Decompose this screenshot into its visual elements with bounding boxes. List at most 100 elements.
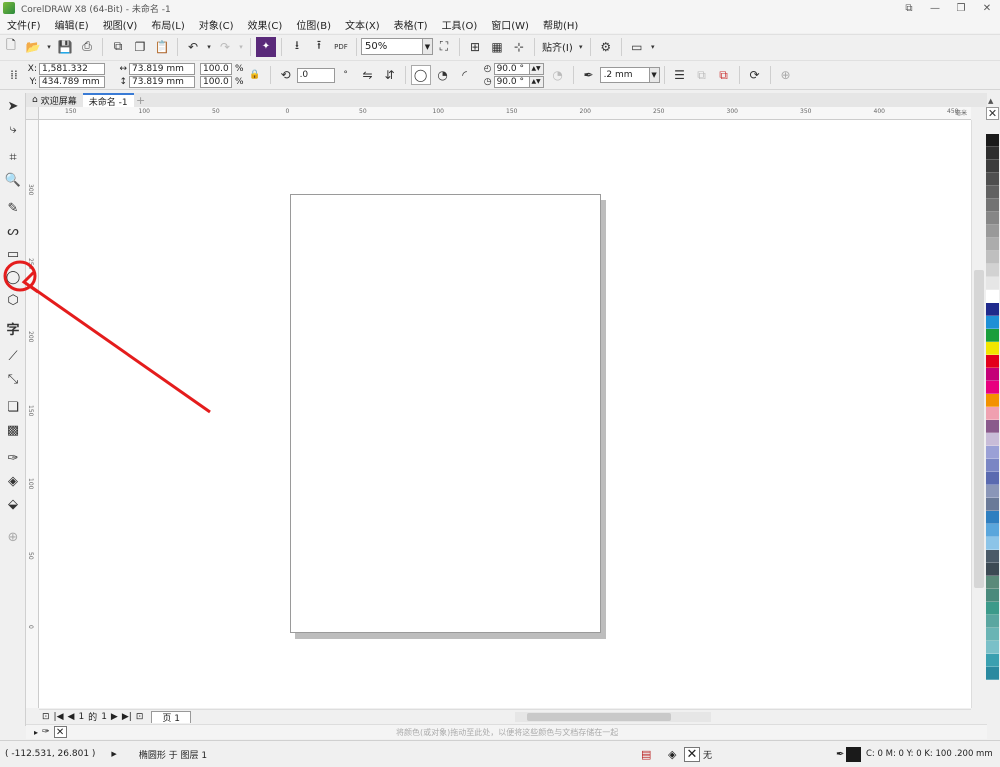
freehand-tool-icon[interactable]: ✎ (3, 198, 23, 218)
options-gear-icon[interactable]: ⚙ (596, 37, 616, 57)
next-page-icon[interactable]: ▶ (111, 712, 118, 722)
color-swatch[interactable] (986, 394, 999, 407)
show-grid-icon[interactable]: ▦ (487, 37, 507, 57)
print-icon[interactable]: ⎙ (77, 37, 97, 57)
color-swatch[interactable] (986, 186, 999, 199)
color-swatch[interactable] (986, 251, 999, 264)
outline-width-dropdown-icon[interactable]: ▼ (649, 67, 660, 83)
color-swatch[interactable] (986, 199, 999, 212)
palette-scroll-up-icon[interactable]: ▲ (988, 97, 993, 105)
save-icon[interactable]: 💾 (55, 37, 75, 57)
color-swatch[interactable] (986, 264, 999, 277)
color-swatch[interactable] (986, 290, 999, 303)
color-swatch[interactable] (986, 550, 999, 563)
ellipse-tool-icon[interactable]: ◯ (3, 267, 23, 287)
color-swatch[interactable] (986, 615, 999, 628)
convert-to-curves-icon[interactable]: ⟳ (745, 65, 765, 85)
color-swatch[interactable] (986, 147, 999, 160)
color-swatch[interactable] (986, 238, 999, 251)
color-swatch[interactable] (986, 355, 999, 368)
menu-table[interactable]: 表格(T) (387, 17, 435, 32)
tab-welcome-screen[interactable]: ⌂ 欢迎屏幕 (26, 93, 83, 107)
smart-fill-tool-icon[interactable]: ⬙ (3, 494, 23, 514)
minimize-button[interactable]: — (922, 0, 948, 16)
color-swatch[interactable] (986, 459, 999, 472)
parallel-dimension-tool-icon[interactable]: ⟋ (3, 346, 23, 366)
menu-text[interactable]: 文本(X) (338, 17, 387, 32)
ellipse-mode-icon[interactable]: ◯ (410, 65, 431, 85)
transparency-tool-icon[interactable]: ▩ (3, 420, 23, 440)
color-swatch[interactable] (986, 576, 999, 589)
color-swatch[interactable] (986, 498, 999, 511)
color-swatch[interactable] (986, 342, 999, 355)
menu-bitmaps[interactable]: 位图(B) (289, 17, 338, 32)
add-tab-icon[interactable]: + (134, 94, 148, 107)
start-angle-input[interactable]: 90.0 ° (493, 62, 530, 75)
menu-effects[interactable]: 效果(C) (241, 17, 290, 32)
menu-file[interactable]: 文件(F) (0, 17, 48, 32)
tab-document[interactable]: 未命名 -1 (82, 93, 134, 108)
zoom-level-input[interactable]: 50% (361, 38, 423, 55)
color-swatch[interactable] (986, 563, 999, 576)
menu-view[interactable]: 视图(V) (96, 17, 145, 32)
color-swatch[interactable] (986, 641, 999, 654)
open-folder-icon[interactable]: 📂 (23, 37, 43, 57)
launcher-dropdown-icon[interactable]: ▾ (649, 37, 657, 57)
color-swatch[interactable] (986, 628, 999, 641)
color-proofing-icon[interactable]: ▤ (641, 748, 651, 761)
color-swatch[interactable] (986, 368, 999, 381)
document-palette-menu-icon[interactable]: ▸ (34, 728, 38, 737)
previous-page-icon[interactable]: ◀ (68, 712, 75, 722)
lock-ratio-icon[interactable]: 🔒 (245, 65, 265, 85)
horizontal-scroll-thumb[interactable] (527, 713, 671, 721)
zoom-tool-icon[interactable]: 🔍 (3, 170, 23, 190)
drawing-canvas[interactable] (39, 120, 971, 708)
scale-x-input[interactable]: 100.0 (200, 62, 232, 75)
zoom-dropdown-icon[interactable]: ▼ (423, 38, 433, 55)
first-page-icon[interactable]: |◀ (54, 712, 64, 722)
object-origin-icon[interactable]: ⁞⁞ (4, 65, 24, 85)
no-color-swatch-icon[interactable]: ✕ (986, 107, 999, 120)
color-swatch[interactable] (986, 433, 999, 446)
text-wrap-icon[interactable]: ☰ (670, 65, 690, 85)
color-swatch[interactable] (986, 537, 999, 550)
height-input[interactable]: 73.819 mm (129, 75, 195, 88)
arc-mode-icon[interactable]: ◜ (455, 65, 475, 85)
copy-icon[interactable]: ❐ (130, 37, 150, 57)
width-input[interactable]: 73.819 mm (129, 62, 195, 75)
add-page-after-icon[interactable]: ⊡ (136, 712, 144, 722)
color-swatch[interactable] (986, 524, 999, 537)
full-screen-icon[interactable]: ⛶ (434, 37, 454, 57)
export-icon[interactable]: ⭱ (309, 37, 329, 57)
vertical-scrollbar[interactable] (971, 120, 985, 708)
status-expand-icon[interactable]: ▶ (111, 750, 116, 758)
menu-edit[interactable]: 编辑(E) (48, 17, 96, 32)
last-page-icon[interactable]: ▶| (122, 712, 132, 722)
color-swatch[interactable] (986, 160, 999, 173)
mirror-vertical-icon[interactable]: ⇵ (380, 65, 400, 85)
close-button[interactable]: ✕ (974, 0, 1000, 16)
color-swatch[interactable] (986, 316, 999, 329)
page-tab-1[interactable]: 页 1 (151, 710, 191, 724)
menu-object[interactable]: 对象(C) (192, 17, 241, 32)
end-angle-spinner-icon[interactable]: ▲▼ (529, 75, 544, 88)
scale-y-input[interactable]: 100.0 (200, 75, 232, 88)
color-swatch[interactable] (986, 277, 999, 290)
vertical-ruler[interactable]: 300 250 200 150 100 50 0 (26, 120, 39, 708)
connector-tool-icon[interactable]: ⤡ (3, 369, 23, 389)
y-position-input[interactable]: 434.789 mm (39, 75, 105, 88)
menu-help[interactable]: 帮助(H) (536, 17, 585, 32)
color-swatch[interactable] (986, 602, 999, 615)
snap-dropdown-icon[interactable]: ▾ (577, 37, 585, 57)
color-swatch[interactable] (986, 134, 999, 147)
restore-layout-icon[interactable]: ⧉ (896, 0, 922, 16)
color-swatch[interactable] (986, 589, 999, 602)
color-swatch[interactable] (986, 173, 999, 186)
cut-icon[interactable]: ⧉ (108, 37, 128, 57)
end-angle-input[interactable]: 90.0 ° (493, 75, 530, 88)
no-color-icon[interactable]: ✕ (53, 726, 67, 738)
text-tool-icon[interactable]: 字 (3, 318, 23, 338)
paste-icon[interactable]: 📋 (152, 37, 172, 57)
import-icon[interactable]: ⭳ (287, 37, 307, 57)
undo-dropdown-icon[interactable]: ▾ (205, 37, 213, 57)
